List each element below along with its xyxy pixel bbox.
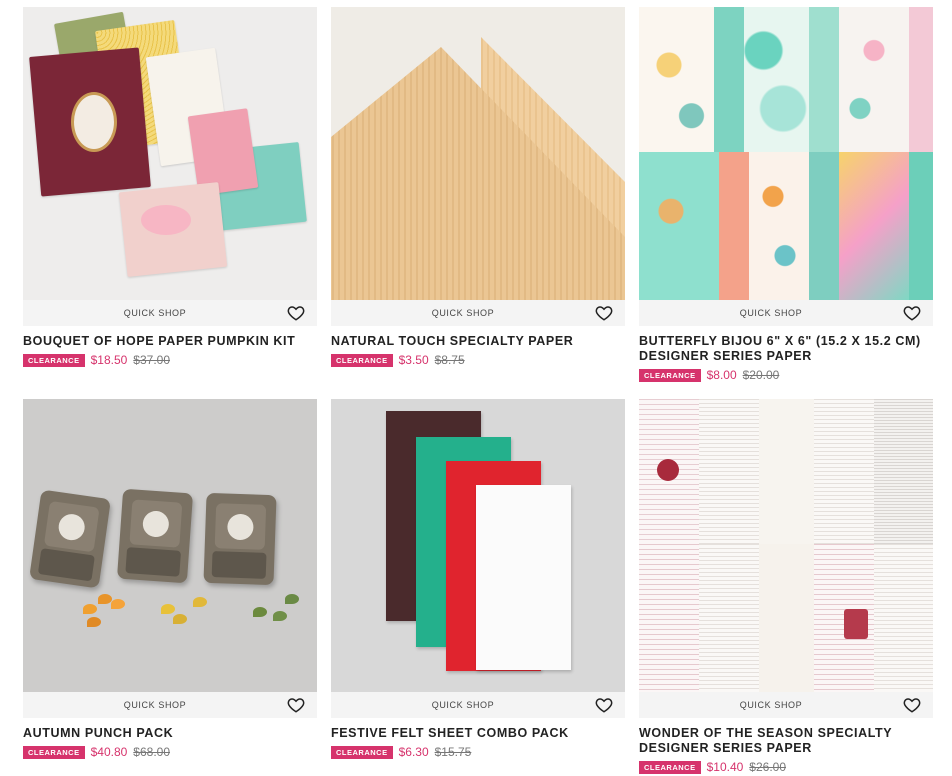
product-title[interactable]: AUTUMN PUNCH PACK [23, 726, 317, 741]
price-row: CLEARANCE $40.80 $68.00 [23, 745, 317, 759]
heart-icon[interactable] [903, 696, 921, 714]
heart-icon[interactable] [595, 304, 613, 322]
heart-icon[interactable] [287, 696, 305, 714]
heart-icon[interactable] [287, 304, 305, 322]
sale-price: $3.50 [398, 353, 429, 367]
quick-shop-button[interactable]: QUICK SHOP [639, 308, 933, 318]
product-card[interactable]: QUICK SHOP BOUQUET OF HOPE PAPER PUMPKIN… [23, 7, 317, 367]
original-price: $37.00 [133, 353, 170, 367]
sale-price: $10.40 [706, 760, 744, 774]
product-card[interactable]: QUICK SHOP AUTUMN PUNCH PACK CLEARANCE $… [23, 399, 317, 759]
product-card[interactable]: QUICK SHOP FESTIVE FELT SHEET COMBO PACK… [331, 399, 625, 759]
product-image[interactable] [23, 399, 317, 692]
quick-shop-button[interactable]: QUICK SHOP [331, 308, 625, 318]
product-title[interactable]: FESTIVE FELT SHEET COMBO PACK [331, 726, 625, 741]
product-image[interactable] [331, 7, 625, 300]
price-row: CLEARANCE $18.50 $37.00 [23, 353, 317, 367]
clearance-badge: CLEARANCE [639, 760, 701, 774]
sale-price: $6.30 [398, 745, 429, 759]
original-price: $68.00 [133, 745, 170, 759]
quick-shop-bar: QUICK SHOP [23, 692, 317, 718]
quick-shop-bar: QUICK SHOP [639, 692, 933, 718]
sale-price: $40.80 [90, 745, 128, 759]
price-row: CLEARANCE $10.40 $26.00 [639, 760, 933, 774]
heart-icon[interactable] [595, 696, 613, 714]
quick-shop-bar: QUICK SHOP [331, 692, 625, 718]
quick-shop-bar: QUICK SHOP [639, 300, 933, 326]
product-card[interactable]: QUICK SHOP WONDER OF THE SEASON SPECIALT… [639, 399, 933, 774]
quick-shop-button[interactable]: QUICK SHOP [331, 700, 625, 710]
original-price: $8.75 [434, 353, 465, 367]
clearance-badge: CLEARANCE [23, 353, 85, 367]
price-row: CLEARANCE $6.30 $15.75 [331, 745, 625, 759]
clearance-badge: CLEARANCE [639, 368, 701, 382]
clearance-badge: CLEARANCE [23, 745, 85, 759]
product-image[interactable] [639, 399, 933, 692]
original-price: $20.00 [742, 368, 780, 382]
heart-icon[interactable] [903, 304, 921, 322]
quick-shop-bar: QUICK SHOP [23, 300, 317, 326]
sale-price: $8.00 [706, 368, 737, 382]
product-title[interactable]: NATURAL TOUCH SPECIALTY PAPER [331, 334, 625, 349]
product-title[interactable]: BOUQUET OF HOPE PAPER PUMPKIN KIT [23, 334, 317, 349]
quick-shop-button[interactable]: QUICK SHOP [23, 308, 317, 318]
product-image[interactable] [639, 7, 933, 300]
quick-shop-button[interactable]: QUICK SHOP [23, 700, 317, 710]
clearance-badge: CLEARANCE [331, 745, 393, 759]
price-row: CLEARANCE $8.00 $20.00 [639, 368, 933, 382]
product-image[interactable] [331, 399, 625, 692]
original-price: $26.00 [749, 760, 786, 774]
product-title[interactable]: WONDER OF THE SEASON SPECIALTY DESIGNER … [639, 726, 933, 756]
product-image[interactable] [23, 7, 317, 300]
product-card[interactable]: QUICK SHOP BUTTERFLY BIJOU 6" X 6" (15.2… [639, 7, 933, 382]
clearance-badge: CLEARANCE [331, 353, 393, 367]
product-card[interactable]: QUICK SHOP NATURAL TOUCH SPECIALTY PAPER… [331, 7, 625, 367]
sale-price: $18.50 [90, 353, 128, 367]
quick-shop-bar: QUICK SHOP [331, 300, 625, 326]
product-title[interactable]: BUTTERFLY BIJOU 6" X 6" (15.2 X 15.2 CM)… [639, 334, 933, 364]
price-row: CLEARANCE $3.50 $8.75 [331, 353, 625, 367]
original-price: $15.75 [434, 745, 472, 759]
quick-shop-button[interactable]: QUICK SHOP [639, 700, 933, 710]
